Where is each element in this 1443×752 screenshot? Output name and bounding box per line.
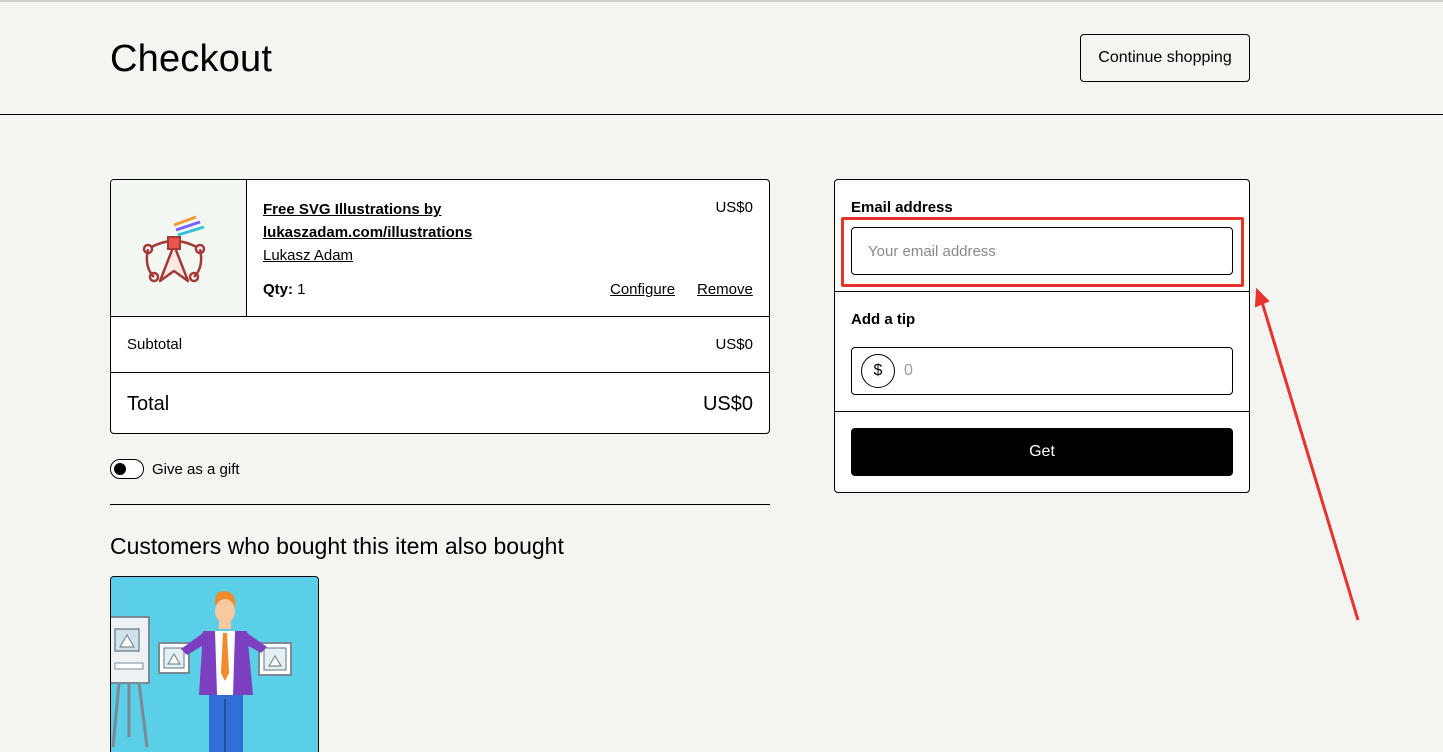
creator-link[interactable]: Lukasz Adam [263, 247, 353, 264]
tip-input[interactable] [904, 360, 1204, 382]
recommended-product-card[interactable] [110, 576, 319, 752]
remove-link[interactable]: Remove [697, 281, 753, 298]
subtotal-value: US$0 [715, 336, 753, 353]
total-label: Total [127, 393, 170, 415]
cart-item: Free SVG Illustrations by lukaszadam.com… [111, 180, 769, 317]
tip-section: Add a tip $ [835, 292, 1249, 412]
gift-toggle[interactable] [110, 459, 144, 479]
tip-field[interactable]: $ [851, 347, 1233, 395]
quantity-label: Qty: [263, 281, 293, 298]
vector-pen-icon [142, 215, 205, 283]
page-title: Checkout [110, 38, 273, 80]
product-thumbnail[interactable] [111, 180, 247, 316]
section-divider [110, 504, 770, 505]
continue-shopping-button[interactable]: Continue shopping [1080, 34, 1250, 82]
annotation-highlight-box [841, 217, 1244, 287]
configure-link[interactable]: Configure [610, 281, 675, 298]
page-header: Checkout Continue shopping [0, 2, 1443, 115]
tip-label: Add a tip [851, 311, 916, 328]
gift-label: Give as a gift [152, 460, 240, 478]
email-label: Email address [851, 199, 953, 216]
total-row: Total US$0 [111, 373, 769, 433]
dollar-icon: $ [861, 354, 895, 388]
gift-option: Give as a gift [110, 458, 240, 480]
subtotal-label: Subtotal [127, 336, 183, 353]
quantity-value: 1 [297, 281, 306, 298]
subtotal-row: Subtotal US$0 [111, 317, 769, 373]
get-button[interactable]: Get [851, 428, 1233, 476]
recommendations-title: Customers who bought this item also boug… [110, 533, 564, 559]
quantity: Qty: 1 [263, 281, 306, 298]
toggle-knob [114, 463, 126, 475]
item-price: US$0 [715, 199, 753, 216]
cart-summary: Free SVG Illustrations by lukaszadam.com… [110, 179, 770, 434]
product-title-link[interactable]: Free SVG Illustrations by lukaszadam.com… [263, 198, 563, 244]
presenter-illustration-icon [111, 577, 318, 752]
total-value: US$0 [702, 393, 753, 415]
